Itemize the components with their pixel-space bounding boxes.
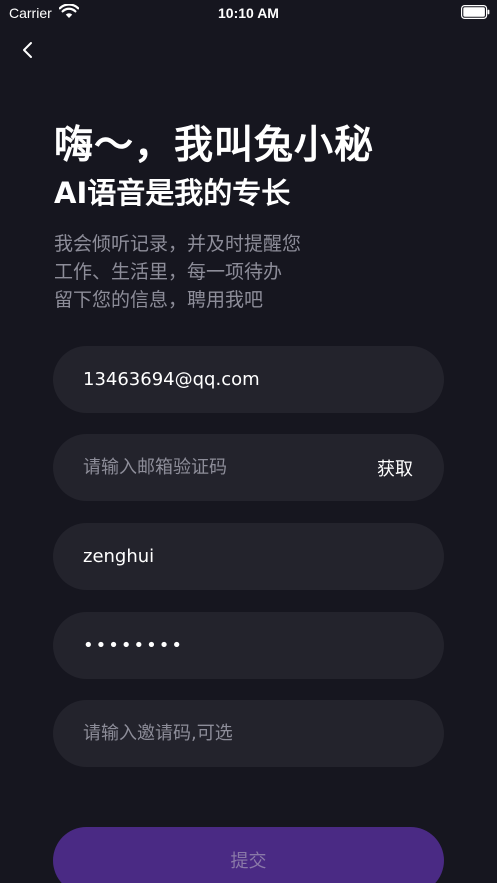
verify-code-field-container: 获取	[53, 434, 444, 501]
status-time: 10:10 AM	[218, 5, 279, 21]
get-code-button[interactable]: 获取	[365, 434, 425, 501]
page-title: 嗨～，我叫兔小秘	[54, 123, 375, 168]
username-input[interactable]	[83, 523, 363, 590]
description-line: 我会倾听记录，并及时提醒您	[54, 233, 302, 255]
email-field[interactable]	[83, 346, 363, 413]
password-field-container	[53, 612, 444, 679]
description-line: 留下您的信息，聘用我吧	[54, 289, 264, 311]
page-subtitle: AI语音是我的专长	[54, 176, 291, 210]
status-bar: Carrier 10:10 AM	[0, 0, 497, 26]
register-screen: Carrier 10:10 AM 嗨～，我叫兔小秘 AI语音是我的专长 我会倾听…	[0, 0, 497, 883]
back-button[interactable]	[14, 37, 40, 63]
username-field-container	[53, 523, 444, 590]
email-field-container	[53, 346, 444, 413]
submit-button[interactable]: 提交	[53, 827, 444, 883]
verify-code-input[interactable]	[83, 434, 363, 501]
battery-icon	[461, 5, 490, 19]
invite-code-field-container	[53, 700, 444, 767]
chevron-left-icon	[23, 42, 32, 58]
intro-description: 我会倾听记录，并及时提醒您 工作、生活里，每一项待办 留下您的信息，聘用我吧	[54, 230, 301, 314]
password-input[interactable]	[83, 612, 363, 679]
description-line: 工作、生活里，每一项待办	[54, 261, 283, 283]
invite-code-input[interactable]	[83, 700, 363, 767]
